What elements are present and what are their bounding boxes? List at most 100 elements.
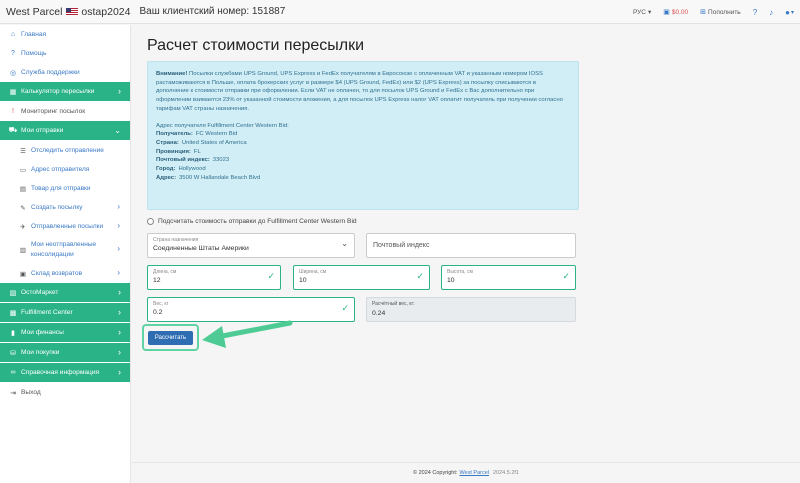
edit-icon: ✎ [20, 204, 26, 212]
page-title: Расчет стоимости пересылки [147, 37, 365, 54]
chevron-right-icon: › [118, 287, 121, 297]
plus-card-icon: ⊞ [700, 9, 707, 16]
sign-out-icon: ⇥ [10, 389, 16, 397]
sidebar-item-my-shipments[interactable]: ⛟ Мои отправки ⌄ [0, 121, 130, 141]
caret-down-icon: ▾ [790, 9, 794, 16]
address-zip: Почтовый индекс: 33023 [156, 157, 230, 164]
address-province: Провинция: FL [156, 148, 201, 155]
user-icon[interactable]: ● ▾ [785, 8, 794, 17]
footer-version: 2024.5.2f1 [492, 470, 519, 476]
language-label: РУС [632, 8, 646, 16]
caret-down-icon: ▾ [647, 9, 652, 16]
top-navbar: West Parcel ostap2024 Ваш клиентский ном… [0, 0, 800, 24]
sidebar-subitem-sent[interactable]: ✈ Отправленные посылки › [0, 217, 130, 236]
boxes-icon: ▥ [19, 247, 27, 254]
wallet-icon: ▣ [663, 9, 670, 16]
sidebar-item-label: Мониторинг посылок [21, 108, 86, 115]
annotation-arrow [202, 320, 293, 348]
fulfillment-checkbox-row[interactable]: Подсчитать стоимость отправки до Fulfill… [147, 218, 357, 225]
sidebar-item-monitoring[interactable]: ! Мониторинг посылок [0, 102, 130, 121]
country-select[interactable]: Страна назначения Соединенные Штаты Амер… [147, 233, 355, 258]
chevron-right-icon: › [117, 244, 120, 253]
width-input[interactable]: Ширина, см 10 ✓ [293, 265, 430, 290]
calculated-weight-value: 0.24 [372, 310, 386, 317]
weight-value: 0.2 [153, 309, 163, 316]
length-input[interactable]: Длина, см 12 ✓ [147, 265, 281, 290]
sidebar-item-ostomarket[interactable]: ▨ ОстоМаркет › [0, 283, 130, 303]
country-select-value: Соединенные Штаты Америки [153, 245, 249, 252]
address-recipient: Получатель: FC Western Bid [156, 131, 238, 138]
sidebar-item-label: Отследить отправление [31, 147, 104, 154]
paper-plane-icon: ✈ [20, 223, 26, 231]
chevron-right-icon: › [118, 367, 121, 377]
address-title: Адрес получателя Fulfillment Center West… [156, 122, 289, 129]
sidebar-item-purchases[interactable]: ⛁ Мои покупки › [0, 343, 130, 363]
warehouse-icon: ▣ [19, 270, 27, 278]
bell-icon[interactable]: ♪ [769, 8, 773, 17]
arrow-head [202, 326, 226, 348]
sidebar-item-label: Адрес отправителя [31, 166, 90, 173]
fulfillment-checkbox[interactable] [147, 218, 154, 225]
balance[interactable]: ▣ $0.00 [663, 8, 688, 17]
sidebar-item-help[interactable]: ? Помощь [0, 44, 130, 63]
calculated-weight-label: Расчётный вес, кг: [372, 301, 415, 307]
sidebar-item-label: Мои неотправленные консолидации [31, 241, 97, 258]
sidebar-item-label: Создать посылку [31, 204, 83, 211]
sidebar-subitem-unsent[interactable]: ▥ Мои неотправленные консолидации › [0, 236, 130, 264]
help-icon[interactable]: ? [753, 8, 757, 17]
check-icon: ✓ [341, 303, 349, 313]
sidebar-item-support[interactable]: ◎ Служба поддержки [0, 63, 130, 82]
topup-button[interactable]: ⊞ Пополнить [700, 8, 741, 17]
sidebar-item-fulfillment[interactable]: ▩ Fulfillment Center › [0, 303, 130, 323]
chevron-right-icon: › [118, 307, 121, 317]
cart-icon: ⛁ [10, 349, 16, 357]
sidebar-item-label: Главная [21, 31, 47, 38]
zip-placeholder: Почтовый индекс [373, 242, 430, 249]
sidebar-subitem-goods[interactable]: ▤ Товар для отправки [0, 179, 130, 198]
sidebar-item-logout[interactable]: ⇥ Выход [0, 383, 130, 402]
sidebar-item-calculator[interactable]: ▦ Калькулятор пересылки › [0, 82, 130, 102]
language-dropdown[interactable]: РУС ▾ [632, 8, 652, 17]
address-card-icon: ▭ [19, 166, 27, 174]
check-icon: ✓ [416, 271, 424, 281]
width-value: 10 [299, 277, 307, 284]
length-value: 12 [153, 277, 161, 284]
calculate-button-highlight: Рассчитать [142, 324, 199, 351]
height-input[interactable]: Высота, см 10 ✓ [441, 265, 576, 290]
address-country: Страна: United States of America [156, 139, 247, 146]
sidebar-subitem-sender-address[interactable]: ▭ Адрес отправителя [0, 160, 130, 179]
username[interactable]: ostap2024 [81, 6, 130, 18]
brand[interactable]: West Parcel ostap2024 [6, 6, 130, 18]
calculate-button[interactable]: Рассчитать [148, 331, 193, 345]
home-icon: ⌂ [10, 31, 16, 38]
list-icon: ☰ [20, 147, 26, 155]
sidebar-item-label: Служба поддержки [21, 69, 80, 76]
question-icon: ? [11, 50, 15, 57]
weight-label: Вес, кг [153, 301, 169, 307]
alert-text: Внимание! Посылки службами UPS Ground, U… [156, 70, 570, 114]
calculated-weight-field: Расчётный вес, кг: 0.24 [366, 297, 576, 322]
chevron-right-icon: › [118, 327, 121, 337]
alert-body: Посылки службами UPS Ground, UPS Express… [156, 71, 563, 112]
chevron-right-icon: › [118, 86, 121, 96]
sidebar-item-finance[interactable]: ▮ Мои финансы › [0, 323, 130, 343]
box-icon: ▤ [19, 185, 27, 193]
exclamation-icon: ! [12, 108, 14, 115]
sidebar-item-label: Выход [21, 389, 41, 396]
zip-input[interactable]: Почтовый индекс [366, 233, 576, 258]
sidebar-item-home[interactable]: ⌂ Главная [0, 25, 130, 44]
height-value: 10 [447, 277, 455, 284]
brand-name[interactable]: West Parcel [6, 6, 62, 18]
sidebar-subitem-create[interactable]: ✎ Создать посылку › [0, 198, 130, 217]
sidebar-subitem-track[interactable]: ☰ Отследить отправление [0, 141, 130, 160]
sidebar-subitem-returns[interactable]: ▣ Склад возвратов › [0, 264, 130, 283]
check-icon: ✓ [562, 271, 570, 281]
chevron-right-icon: › [117, 221, 120, 230]
sidebar-item-label: Склад возвратов [31, 270, 83, 277]
sidebar-item-reference[interactable]: ∞ Справочная информация › [0, 363, 130, 383]
calculator-icon: ▦ [9, 88, 17, 96]
address-street: Адрес: 3500 W Hallandale Beach Blvd [156, 174, 261, 181]
alert-attention: Внимание! [156, 71, 188, 77]
width-label: Ширина, см [299, 269, 327, 275]
footer-link[interactable]: West Parcel [459, 470, 489, 476]
